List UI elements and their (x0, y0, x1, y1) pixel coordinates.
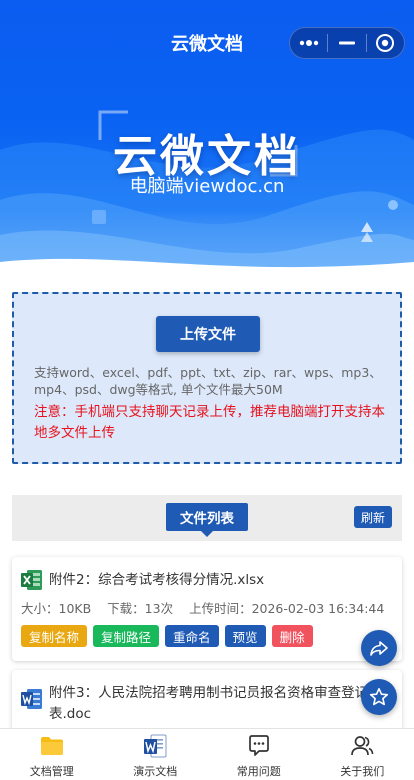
users-icon (351, 736, 374, 756)
file-meta: 大小：10KB 下载：13次 上传时间：2026-02-03 16:34:44 (21, 598, 396, 617)
share-icon (370, 641, 388, 656)
copy-name-button[interactable]: 复制名称 (21, 625, 88, 647)
target-close-icon (376, 34, 395, 52)
file-list-title: 文件列表 (166, 503, 248, 537)
tab-label: 关于我们 (340, 765, 385, 778)
tab-label: 文档管理 (29, 765, 74, 778)
file-name[interactable]: 附件3：人民法院招考聘用制书记员报名资格审查登记表.doc (49, 683, 389, 725)
tab-about-us[interactable]: 关于我们 (311, 729, 414, 780)
mini-program-capsule (289, 27, 405, 59)
word-icon (21, 689, 42, 709)
tab-faq[interactable]: 常用问题 (207, 729, 311, 780)
minimize-icon (339, 41, 355, 45)
star-icon (369, 688, 389, 706)
rename-button[interactable]: 重命名 (165, 625, 219, 647)
file-actions: 复制名称 复制路径 重命名 预览 删除 (21, 625, 313, 647)
tab-label: 演示文档 (133, 765, 178, 778)
upload-file-button[interactable]: 上传文件 (156, 316, 260, 352)
tab-label: 常用问题 (236, 765, 281, 778)
favorite-button[interactable] (361, 679, 397, 715)
close-button[interactable] (367, 28, 404, 58)
hero-subtitle: 电脑端viewdoc.cn (129, 176, 285, 197)
file-list-header: 文件列表 刷新 (12, 495, 402, 541)
upload-area[interactable]: 上传文件 支持word、excel、pdf、ppt、txt、zip、rar、wp… (12, 292, 402, 464)
tab-document-management[interactable]: 文档管理 (0, 729, 104, 780)
delete-button[interactable]: 删除 (271, 625, 313, 647)
file-upload-time: 上传时间：2026-02-03 16:34:44 (189, 601, 385, 616)
more-menu-button[interactable] (290, 28, 327, 58)
file-downloads: 下载：13次 (107, 601, 174, 616)
folder-icon (40, 737, 63, 755)
file-name[interactable]: 附件2：综合考试考核得分情况.xlsx (49, 570, 389, 591)
share-button[interactable] (361, 630, 397, 666)
file-size: 大小：10KB (21, 601, 92, 616)
upload-note-text: 注意：手机端只支持聊天记录上传，推荐电脑端打开支持本地多文件上传 (34, 404, 385, 441)
copy-path-button[interactable]: 复制路径 (93, 625, 160, 647)
tab-demo-documents[interactable]: 演示文档 (104, 729, 208, 780)
bottom-tab-bar: 文档管理 演示文档 常用问题 关于我们 (0, 728, 414, 780)
supported-formats-text: 支持word、excel、pdf、ppt、txt、zip、rar、wps、mp3… (34, 365, 382, 397)
word-doc-icon (144, 734, 167, 758)
minimize-button[interactable] (328, 28, 365, 58)
hero-banner: 云微文档 云微文档 电脑端viewdoc.cn (0, 0, 414, 280)
refresh-button[interactable]: 刷新 (354, 506, 392, 528)
preview-button[interactable]: 预览 (224, 625, 266, 647)
more-dots-icon (299, 40, 318, 46)
file-card: 附件2：综合考试考核得分情况.xlsx 大小：10KB 下载：13次 上传时间：… (12, 557, 402, 661)
chat-icon (248, 735, 269, 756)
excel-icon (21, 570, 42, 590)
